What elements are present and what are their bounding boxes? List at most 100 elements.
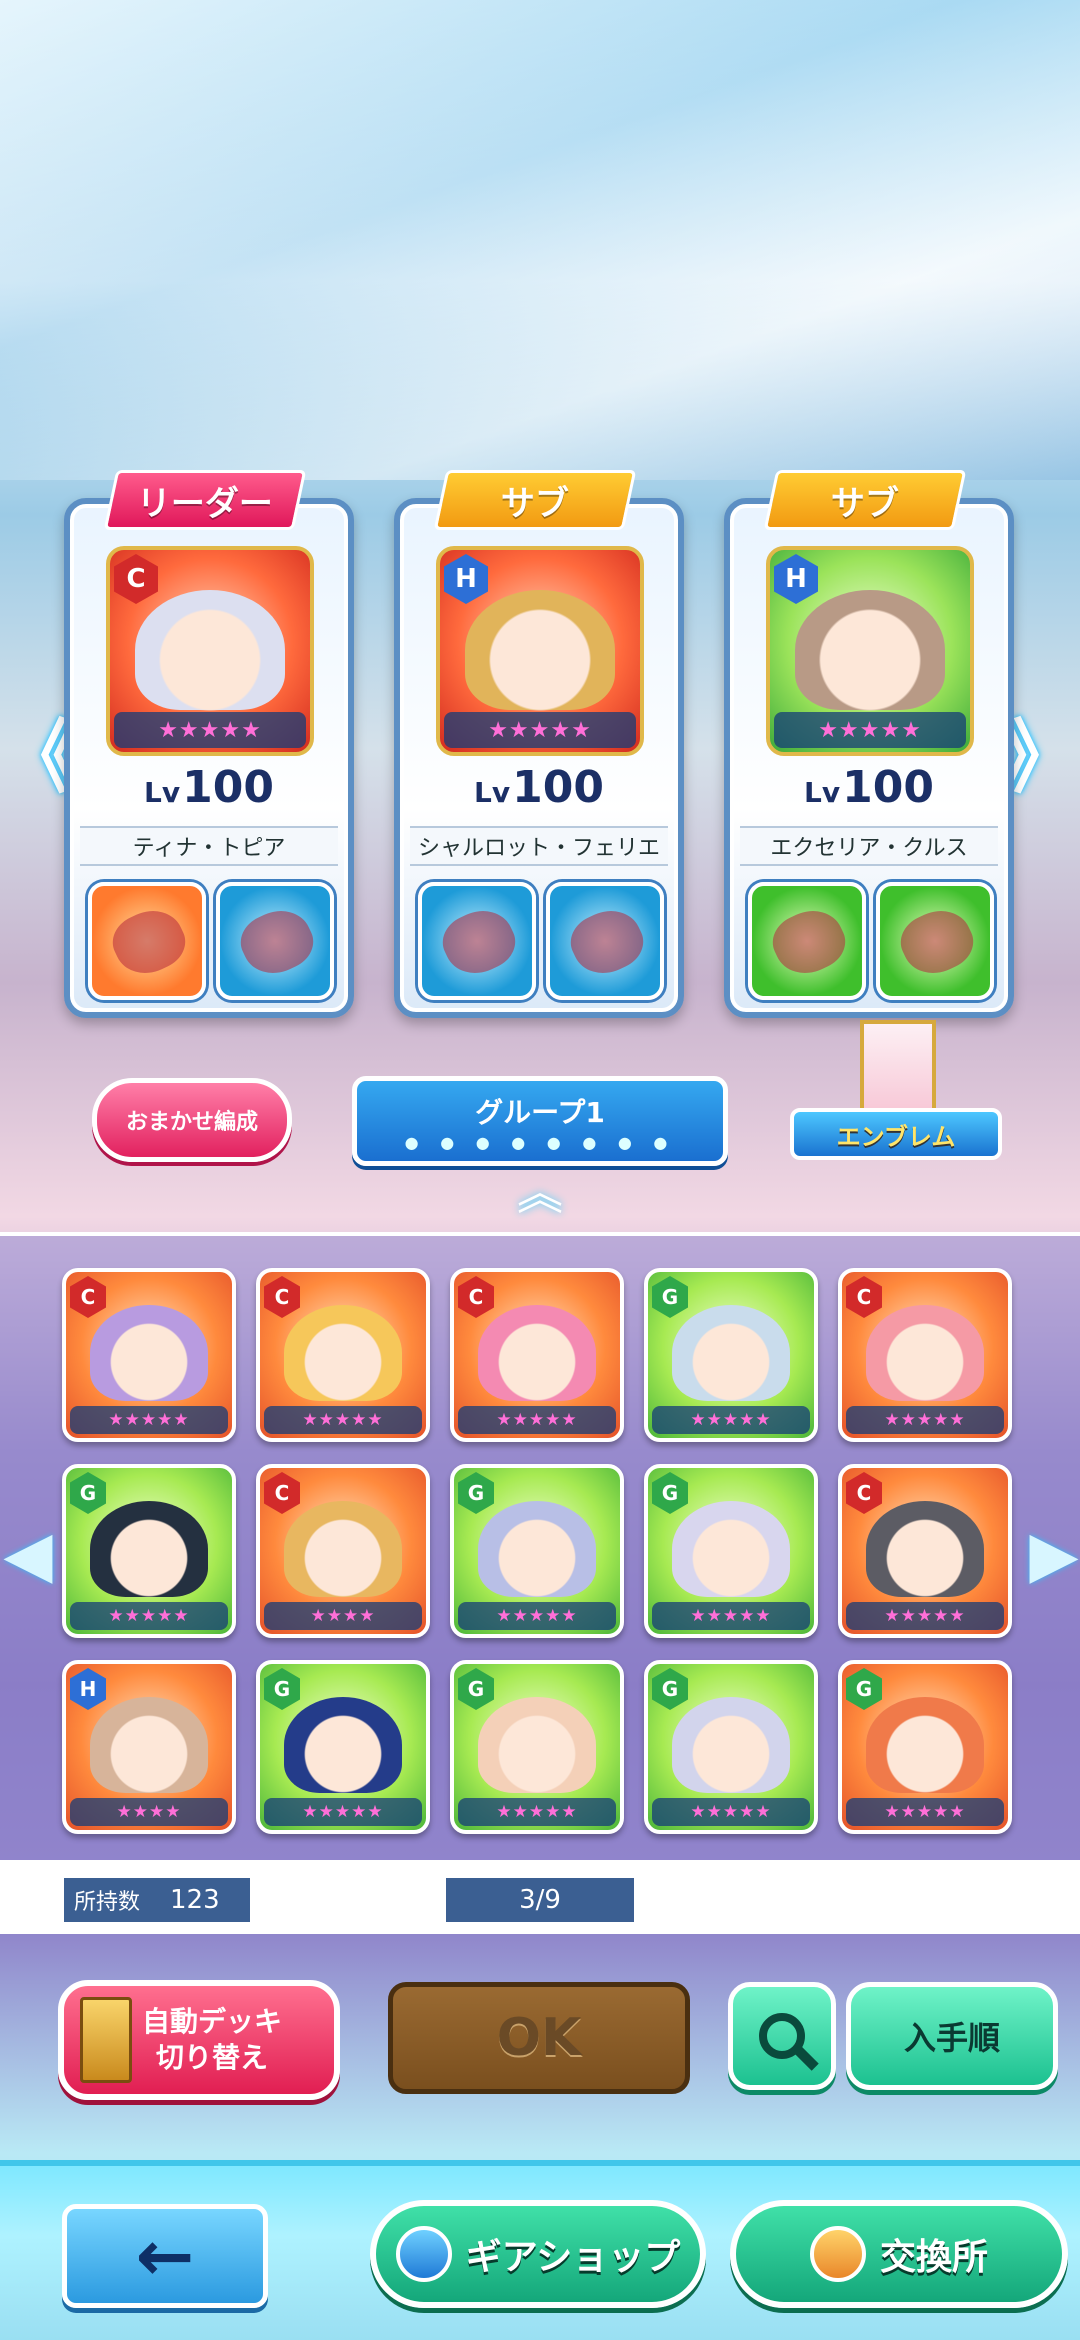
character-tile[interactable]: G ★★★★★	[644, 1464, 818, 1638]
character-face	[810, 581, 930, 712]
rank-badge: C	[846, 1276, 882, 1318]
character-face	[492, 1301, 582, 1402]
grid-next-arrow[interactable]: ▶	[1029, 1515, 1078, 1595]
leader-card-2[interactable]: サブ H ★★★★★ Lv100 シャルロット・フェリエ	[394, 470, 684, 1018]
character-portrait[interactable]: C ★★★★★	[106, 546, 314, 756]
page-indicator: 3/9	[446, 1878, 634, 1922]
gear-shop-button[interactable]: ギアショップ	[370, 2200, 706, 2308]
character-tile[interactable]: G ★★★★★	[644, 1660, 818, 1834]
character-tile[interactable]: H ★★★★	[62, 1660, 236, 1834]
exchange-label: 交換所	[879, 2237, 988, 2278]
expand-chevron-icon[interactable]: ︽	[498, 1168, 582, 1218]
star-rating: ★★★★★	[652, 1798, 810, 1826]
character-tile[interactable]: C ★★★★★	[838, 1268, 1012, 1442]
character-tile[interactable]: C ★★★★★	[838, 1464, 1012, 1638]
rank-badge: C	[264, 1472, 300, 1514]
auto-deck-switch-button[interactable]: 自動デッキ 切り替え	[58, 1980, 340, 2100]
rank-badge: G	[458, 1668, 494, 1710]
star-rating: ★★★★★	[846, 1798, 1004, 1826]
star-rating: ★★★★	[70, 1798, 228, 1826]
sort-order-button[interactable]: 入手順	[846, 1982, 1058, 2090]
grid-prev-arrow[interactable]: ◀	[3, 1515, 52, 1595]
star-rating: ★★★★★	[652, 1602, 810, 1630]
rank-badge: G	[264, 1668, 300, 1710]
sub-tag: サブ	[763, 470, 967, 530]
character-portrait[interactable]: H ★★★★★	[766, 546, 974, 756]
character-tile[interactable]: G ★★★★★	[644, 1268, 818, 1442]
star-rating: ★★★★★	[652, 1406, 810, 1434]
search-button[interactable]	[728, 1982, 836, 2090]
character-tile[interactable]: C ★★★★★	[450, 1268, 624, 1442]
rank-badge: G	[846, 1668, 882, 1710]
emblem-button[interactable]: エンブレム	[790, 1020, 1002, 1160]
tower-icon	[80, 1997, 132, 2083]
prev-leader-arrow[interactable]: 《	[0, 706, 80, 804]
rank-badge: G	[458, 1472, 494, 1514]
character-portrait[interactable]: H ★★★★★	[436, 546, 644, 756]
rank-badge: H	[70, 1668, 106, 1710]
owned-value: 123	[170, 1885, 220, 1915]
character-face	[686, 1301, 776, 1402]
rank-badge: H	[774, 554, 818, 604]
rank-badge: C	[70, 1276, 106, 1318]
character-face	[880, 1301, 970, 1402]
gear-slot-shoes[interactable]	[546, 882, 664, 1000]
racket-icon	[395, 2226, 452, 2282]
exchange-icon	[809, 2226, 866, 2282]
character-face	[686, 1497, 776, 1598]
character-tile[interactable]: G ★★★★★	[838, 1660, 1012, 1834]
star-rating: ★★★★★	[458, 1798, 616, 1826]
star-rating: ★★★★★	[458, 1602, 616, 1630]
back-button[interactable]: ←	[62, 2204, 268, 2308]
character-tile[interactable]: G ★★★★★	[256, 1660, 430, 1834]
character-face	[492, 1693, 582, 1794]
autodeck-line2: 切り替え	[156, 2041, 269, 2074]
star-rating: ★★★★★	[114, 712, 306, 748]
gear-slot-racket[interactable]	[418, 882, 536, 1000]
gear-slot-shoes[interactable]	[216, 882, 334, 1000]
character-tile[interactable]: C ★★★★★	[62, 1268, 236, 1442]
leader-tag: リーダー	[103, 470, 307, 530]
back-arrow-icon: ←	[135, 2215, 195, 2297]
exchange-button[interactable]: 交換所	[730, 2200, 1068, 2308]
character-face	[480, 581, 600, 712]
star-rating: ★★★★★	[774, 712, 966, 748]
auto-formation-button[interactable]: おまかせ編成	[92, 1078, 292, 1162]
gear-slot-racket[interactable]	[88, 882, 206, 1000]
leader-card-1[interactable]: リーダー C ★★★★★ Lv100 ティナ・トピア	[64, 470, 354, 1018]
character-tile[interactable]: G ★★★★★	[450, 1660, 624, 1834]
gear-slot-shoes[interactable]	[876, 882, 994, 1000]
level-display: Lv100	[804, 762, 934, 813]
level-display: Lv100	[474, 762, 604, 813]
character-face	[104, 1693, 194, 1794]
character-tile[interactable]: C ★★★★	[256, 1464, 430, 1638]
emblem-card-icon	[860, 1020, 936, 1118]
group-selector[interactable]: グループ1 ● ● ● ● ● ● ● ●	[352, 1076, 728, 1166]
background-sky	[0, 0, 1080, 480]
gear-shop-label: ギアショップ	[465, 2237, 681, 2278]
character-face	[880, 1497, 970, 1598]
star-rating: ★★★★	[264, 1602, 422, 1630]
character-tile[interactable]: G ★★★★★	[62, 1464, 236, 1638]
character-tile[interactable]: G ★★★★★	[450, 1464, 624, 1638]
rank-badge: C	[114, 554, 158, 604]
star-rating: ★★★★★	[444, 712, 636, 748]
emblem-label: エンブレム	[790, 1108, 1002, 1160]
star-rating: ★★★★★	[458, 1406, 616, 1434]
rank-badge: H	[444, 554, 488, 604]
next-leader-arrow[interactable]: 》	[1000, 706, 1080, 804]
character-face	[686, 1693, 776, 1794]
leader-card-3[interactable]: サブ H ★★★★★ Lv100 エクセリア・クルス	[724, 470, 1014, 1018]
star-rating: ★★★★★	[846, 1406, 1004, 1434]
owned-label: 所持数	[74, 1890, 141, 1915]
count-bar: 所持数 123 3/9	[0, 1864, 1080, 1934]
ok-button[interactable]: OK	[388, 1982, 690, 2094]
search-icon	[759, 2013, 805, 2059]
gear-slot-racket[interactable]	[748, 882, 866, 1000]
character-tile[interactable]: C ★★★★★	[256, 1268, 430, 1442]
level-display: Lv100	[144, 762, 274, 813]
character-face	[880, 1693, 970, 1794]
rank-badge: C	[264, 1276, 300, 1318]
star-rating: ★★★★★	[264, 1798, 422, 1826]
star-rating: ★★★★★	[70, 1406, 228, 1434]
